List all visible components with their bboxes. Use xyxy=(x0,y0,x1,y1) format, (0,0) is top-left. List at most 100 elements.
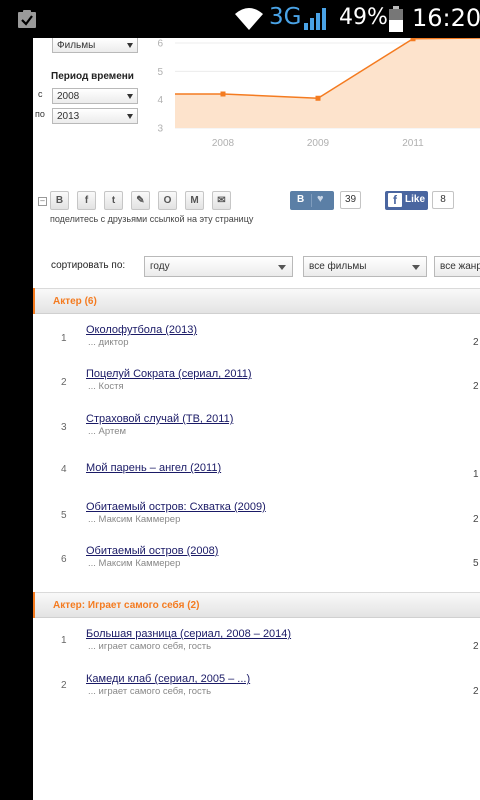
y-tick-label: 6 xyxy=(157,39,163,50)
sort-label: сортировать по: xyxy=(51,260,126,271)
film-role: ... играет самого себя, гость xyxy=(88,641,212,652)
facebook-icon: f xyxy=(388,193,402,207)
web-page: Фильмы Период времени с 2008 по 2013 3 4 5… xyxy=(33,38,480,800)
film-row: 5 Обитаемый остров: Схватка (2009) ... М… xyxy=(33,498,480,538)
row-number: 2 xyxy=(61,680,67,691)
chevron-down-icon xyxy=(127,43,133,48)
film-title-link[interactable]: Околофутбола (2013) xyxy=(86,324,197,336)
to-year-select[interactable]: 2013 xyxy=(52,108,138,124)
films-filter-value: все фильмы xyxy=(309,261,367,272)
film-row: 2 Камеди клаб (сериал, 2005 – ...) ... и… xyxy=(33,671,480,711)
section-title: Актер: Играет самого себя (2) xyxy=(53,600,200,611)
y-tick-label: 5 xyxy=(157,67,163,78)
share-text: поделитесь с друзьями ссылкой на эту стр… xyxy=(50,214,254,224)
genres-filter-value: все жанры xyxy=(440,261,480,272)
to-year-value: 2013 xyxy=(57,111,80,122)
facebook-like-button[interactable]: f Like xyxy=(385,191,428,210)
film-title-link[interactable]: Мой парень – ангел (2011) xyxy=(86,462,221,474)
mailru-icon[interactable]: М xyxy=(185,191,204,210)
film-rating: 2 xyxy=(473,337,479,348)
x-tick-label: 2009 xyxy=(307,138,330,149)
film-row: 4 Мой парень – ангел (2011) 1 xyxy=(33,458,480,498)
section-header-actor-self[interactable]: Актер: Играет самого себя (2) xyxy=(33,592,480,618)
clipboard-check-icon xyxy=(18,10,36,28)
film-row: 1 Большая разница (сериал, 2008 – 2014) … xyxy=(33,626,480,666)
row-number: 4 xyxy=(61,464,67,475)
film-title-link[interactable]: Страховой случай (ТВ, 2011) xyxy=(86,413,233,425)
phone-screen: 3G 49% 16:20 Фильмы Период времени с 200… xyxy=(0,0,480,800)
row-number: 3 xyxy=(61,422,67,433)
data-point xyxy=(410,38,416,42)
film-role: ... играет самого себя, гость xyxy=(88,686,212,697)
from-label: с xyxy=(38,89,43,99)
films-filter-select[interactable]: все фильмы xyxy=(303,256,427,277)
signal-icon xyxy=(304,8,326,30)
vk-divider xyxy=(311,194,312,207)
film-role: ... Артем xyxy=(88,426,127,437)
network-type: 3G xyxy=(269,4,302,30)
row-number: 1 xyxy=(61,635,67,646)
film-title-link[interactable]: Обитаемый остров (2008) xyxy=(86,545,218,557)
battery-percent: 49% xyxy=(339,5,388,30)
row-number: 6 xyxy=(61,554,67,565)
twitter-icon[interactable]: t xyxy=(104,191,123,210)
odnoklassniki-icon[interactable]: О xyxy=(158,191,177,210)
heart-icon: ♥ xyxy=(317,193,324,205)
film-rating: 2 xyxy=(473,686,479,697)
vkontakte-icon[interactable]: В xyxy=(50,191,69,210)
row-number: 5 xyxy=(61,510,67,521)
from-year-select[interactable]: 2008 xyxy=(52,88,138,104)
fb-like-label: Like xyxy=(405,194,426,205)
status-bar: 3G 49% 16:20 xyxy=(0,0,480,38)
film-row: 1 Околофутбола (2013) ... диктор 2 xyxy=(33,321,480,361)
chevron-down-icon xyxy=(278,265,286,270)
film-rating: 1 xyxy=(473,469,479,480)
facebook-icon[interactable]: f xyxy=(77,191,96,210)
vk-share-button[interactable]: В ♥ xyxy=(290,191,334,210)
wifi-icon xyxy=(235,8,263,30)
film-row: 3 Страховой случай (ТВ, 2011) ... Артем xyxy=(33,410,480,450)
x-tick-label: 2008 xyxy=(212,138,235,149)
film-rating: 2 xyxy=(473,381,479,392)
section-accent xyxy=(33,592,35,618)
type-select[interactable]: Фильмы xyxy=(52,38,138,53)
film-title-link[interactable]: Большая разница (сериал, 2008 – 2014) xyxy=(86,628,291,640)
collapse-toggle[interactable]: – xyxy=(38,197,47,206)
y-tick-label: 4 xyxy=(157,95,163,106)
film-title-link[interactable]: Поцелуй Сократа (сериал, 2011) xyxy=(86,368,252,380)
chevron-down-icon xyxy=(127,94,133,99)
period-label: Период времени xyxy=(51,71,134,82)
y-tick-label: 3 xyxy=(157,124,163,135)
from-year-value: 2008 xyxy=(57,91,80,102)
row-number: 2 xyxy=(61,377,67,388)
section-header-actor[interactable]: Актер (6) xyxy=(33,288,480,314)
email-icon[interactable]: ✉ xyxy=(212,191,231,210)
x-tick-label: 2011 xyxy=(402,138,424,149)
film-role: ... Максим Каммерер xyxy=(88,558,181,569)
film-role: ... Костя xyxy=(88,381,124,392)
row-number: 1 xyxy=(61,333,67,344)
chevron-down-icon xyxy=(127,114,133,119)
film-rating: 5 xyxy=(473,558,479,569)
film-role: ... Максим Каммерер xyxy=(88,514,181,525)
clock: 16:20 xyxy=(412,4,480,32)
genres-filter-select[interactable]: все жанры xyxy=(434,256,480,277)
area-fill xyxy=(175,38,480,128)
data-point xyxy=(220,91,226,97)
type-select-value: Фильмы xyxy=(57,40,96,51)
film-title-link[interactable]: Обитаемый остров: Схватка (2009) xyxy=(86,501,266,513)
film-role: ... диктор xyxy=(88,337,129,348)
sort-by-select[interactable]: году xyxy=(144,256,293,277)
to-label: по xyxy=(35,109,45,119)
fb-count: 8 xyxy=(432,191,454,209)
section-accent xyxy=(33,288,35,314)
film-title-link[interactable]: Камеди клаб (сериал, 2005 – ...) xyxy=(86,673,250,685)
vk-count: 39 xyxy=(340,191,361,209)
film-row: 2 Поцелуй Сократа (сериал, 2011) ... Кос… xyxy=(33,365,480,405)
films-per-year-chart: 3 4 5 6 2008 2009 2011 xyxy=(157,38,480,149)
film-rating: 2 xyxy=(473,514,479,525)
livejournal-icon[interactable]: ✎ xyxy=(131,191,150,210)
film-rating: 2 xyxy=(473,641,479,652)
vk-label: В xyxy=(297,194,305,205)
section-title: Актер (6) xyxy=(53,296,97,307)
